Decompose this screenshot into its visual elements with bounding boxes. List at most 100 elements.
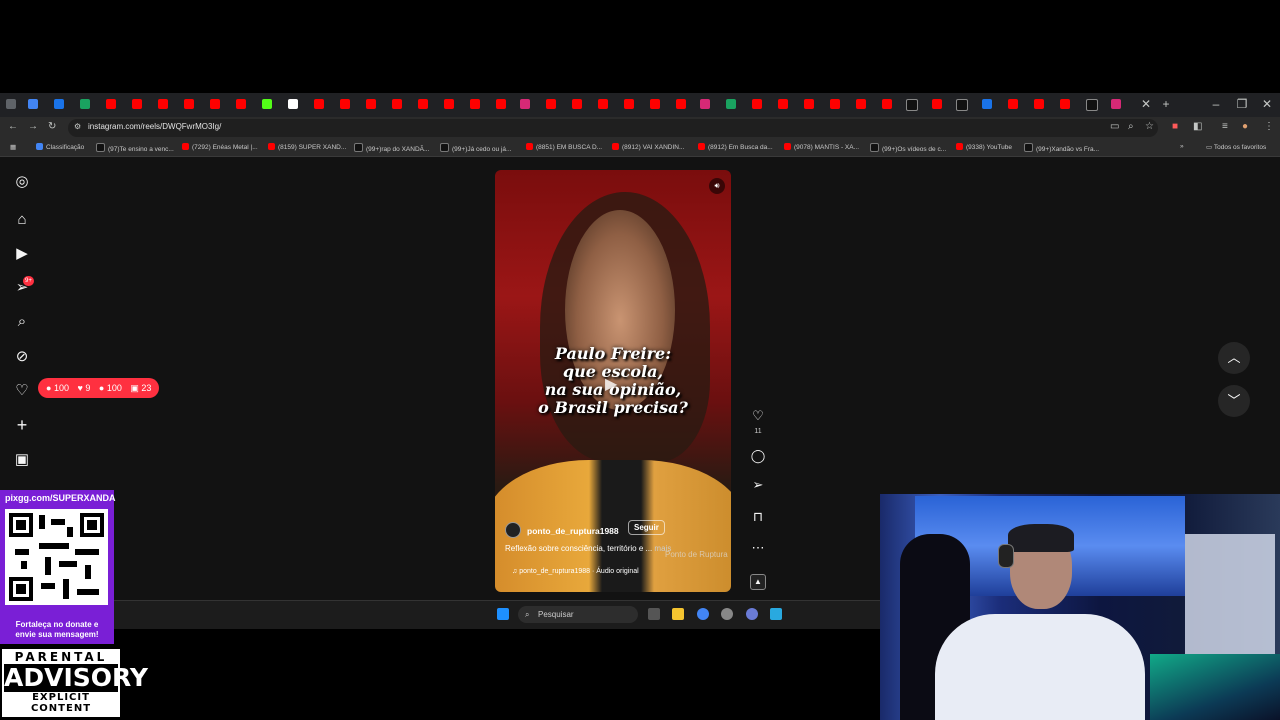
tab-instagram-icon[interactable] [520,99,530,109]
next-reel-button[interactable]: ﹀ [1218,385,1250,417]
previous-reel-button[interactable]: ︿ [1218,342,1250,374]
play-icon[interactable]: ▶ [605,374,617,394]
tab-youtube-icon[interactable] [210,99,220,109]
tab-youtube-icon[interactable] [624,99,634,109]
tab-youtube-icon[interactable] [392,99,402,109]
more-bookmarks-icon[interactable]: » [1180,143,1184,150]
tab-kick-icon[interactable] [262,99,272,109]
reel-audio[interactable]: ♫ ponto_de_ruptura1988 · Áudio original [512,568,639,575]
bookmark-item[interactable]: (99+)Os vídeos de c... [870,143,946,153]
tab-search-icon[interactable]: ≡ [1222,121,1228,132]
cast-icon[interactable]: ▭ [1110,121,1119,132]
bookmark-item[interactable]: (9078) MANTIS - XA... [784,143,859,151]
windows-start-icon[interactable] [497,608,509,620]
comment-icon[interactable]: ◯ [750,448,766,464]
reload-icon[interactable]: ↻ [48,121,56,132]
tab-favicon[interactable] [54,99,64,109]
site-info-icon[interactable]: ⚙ [74,122,81,131]
app-icon[interactable] [721,608,733,620]
taskbar-search[interactable]: ⌕ Pesquisar [518,606,638,623]
share-icon[interactable]: ➢ [750,477,766,493]
address-bar[interactable]: ⚙ instagram.com/reels/DWQFwrMO3Ig/ ▭ ⌕ ☆ [68,119,1158,137]
settings-icon[interactable] [746,608,758,620]
tab-youtube-icon[interactable] [340,99,350,109]
tab-youtube-icon[interactable] [572,99,582,109]
tab-instagram-icon-active[interactable] [1111,99,1121,109]
audio-thumbnail[interactable]: ▲ [750,574,766,590]
tab-youtube-icon[interactable] [366,99,376,109]
reel-video[interactable]: 🔊︎ Paulo Freire: que escola, na sua opin… [495,170,731,592]
extension-icon[interactable]: ■ [1172,121,1178,132]
bookmark-item[interactable]: (99+)Já cedo ou já... [440,143,511,153]
tab-youtube-icon[interactable] [1060,99,1070,109]
notifications-heart-icon[interactable]: ♡ [13,382,31,400]
bookmark-star-icon[interactable]: ☆ [1145,121,1154,132]
tab-youtube-icon[interactable] [598,99,608,109]
activity-notification-pill[interactable]: ● 100 ♥ 9 ● 100 ▣ 23 [38,378,160,398]
profile-avatar-icon[interactable]: ● [1242,121,1248,132]
tab-tiktok-icon[interactable] [956,99,968,111]
forward-icon[interactable]: → [28,121,38,132]
reel-caption[interactable]: Reflexão sobre consciência, território e… [505,544,671,553]
task-view-icon[interactable] [648,608,660,620]
more-link[interactable]: mais [654,544,671,553]
tab-youtube-icon[interactable] [1034,99,1044,109]
tab-tiktok-icon[interactable] [906,99,918,111]
tab-youtube-icon[interactable] [496,99,506,109]
tab-favicon[interactable] [288,99,298,109]
tab-youtube-icon[interactable] [236,99,246,109]
messages-icon[interactable]: ➢ 9+ [13,276,34,297]
explore-icon[interactable]: ⊘ [13,348,31,366]
tab-youtube-icon[interactable] [314,99,324,109]
tab-youtube-icon[interactable] [418,99,428,109]
tab-youtube-icon[interactable] [132,99,142,109]
tab-youtube-icon[interactable] [1008,99,1018,109]
zoom-icon[interactable]: ⌕ [1128,121,1134,132]
back-icon[interactable]: ← [8,121,18,132]
tab-favicon[interactable] [80,99,90,109]
apps-grid-icon[interactable]: ▦ [10,143,16,151]
reel-author[interactable]: ponto_de_ruptura1988 [505,522,619,538]
minimize-icon[interactable]: – [1208,97,1224,111]
telegram-icon[interactable] [770,608,782,620]
all-bookmarks[interactable]: ▭ Todos os favoritos [1206,143,1266,151]
tab-youtube-icon[interactable] [444,99,454,109]
tab-youtube-icon[interactable] [778,99,788,109]
maximize-icon[interactable]: ❐ [1234,97,1250,111]
menu-kebab-icon[interactable]: ⋮ [1264,121,1274,132]
bookmark-item[interactable]: (7292) Enéas Metal |... [182,143,258,151]
tab-youtube-icon[interactable] [676,99,686,109]
create-icon[interactable]: + [13,416,31,434]
tab-youtube-icon[interactable] [752,99,762,109]
tab-youtube-icon[interactable] [882,99,892,109]
bookmark-item[interactable]: (99+)Xandão vs Fra... [1024,143,1099,153]
tab-youtube-icon[interactable] [546,99,556,109]
tab-instagram-icon[interactable] [700,99,710,109]
more-options-icon[interactable]: ⋯ [750,540,766,556]
url-text[interactable]: instagram.com/reels/DWQFwrMO3Ig/ [88,122,221,131]
tab-youtube-icon[interactable] [856,99,866,109]
close-tab-icon[interactable]: ✕ [1138,97,1154,111]
tab-youtube-icon[interactable] [106,99,116,109]
tab-tiktok-icon[interactable] [1086,99,1098,111]
tab-favicon[interactable] [982,99,992,109]
bookmark-item[interactable]: (8912) Em Busca da... [698,143,773,151]
bookmark-item[interactable]: (8851) EM BUSCA D... [526,143,602,151]
close-window-icon[interactable]: ✕ [1259,97,1275,111]
chrome-icon[interactable] [697,608,709,620]
tab-youtube-icon[interactable] [650,99,660,109]
bookmark-item[interactable]: Classificação [36,143,84,151]
new-tab-icon[interactable]: + [1158,97,1174,111]
tab-youtube-icon[interactable] [804,99,814,109]
tab-youtube-icon[interactable] [184,99,194,109]
home-icon[interactable]: ⌂ [13,211,31,229]
save-icon[interactable]: ⊓ [750,509,766,525]
file-explorer-icon[interactable] [672,608,684,620]
tab-youtube-icon[interactable] [830,99,840,109]
search-icon[interactable]: ⌕ [13,313,31,331]
bookmark-item[interactable]: (8912) VAI XANDIN... [612,143,684,151]
tab-youtube-icon[interactable] [470,99,480,109]
bookmark-item[interactable]: (8159) SUPER XAND... [268,143,346,151]
tab-youtube-icon[interactable] [158,99,168,109]
tab-youtube-icon[interactable] [932,99,942,109]
